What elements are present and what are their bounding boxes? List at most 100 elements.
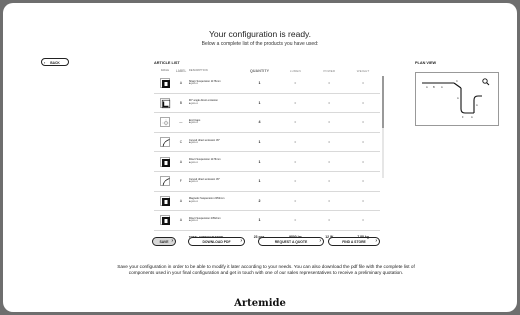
- product-thumbnail: [159, 195, 170, 206]
- plan-marker: A: [476, 103, 478, 107]
- row-lumen: 0: [294, 198, 297, 203]
- row-item-code: AQ01101: [188, 83, 198, 86]
- row-weight: 0: [362, 81, 364, 86]
- plan-view[interactable]: A B A C A F A A: [415, 72, 499, 126]
- table-header: IMAGE LABEL DESCRIPTION QUANTITY LUMEN P…: [154, 69, 380, 74]
- row-label: —: [179, 120, 183, 125]
- suspension-icon: [161, 217, 170, 226]
- plan-segment-bottom: [460, 88, 474, 114]
- plan-marker: A: [441, 85, 443, 89]
- page-title: Your configuration is ready.: [208, 29, 312, 39]
- chevron-right-icon: ›: [319, 238, 321, 244]
- row-lumen: 0: [294, 81, 297, 86]
- download-pdf-button[interactable]: DOWNLOAD PDF ›: [188, 237, 245, 246]
- plan-marker: A: [471, 115, 473, 119]
- row-lumen: 0: [294, 159, 297, 164]
- plan-marker: B: [433, 85, 435, 89]
- chevron-left-icon: ‹: [44, 60, 46, 65]
- row-power: 0: [328, 81, 331, 86]
- plan-view-label: PLAN VIEW: [415, 61, 437, 65]
- row-quantity: 1: [258, 159, 261, 164]
- plan-segment-end: [473, 95, 482, 101]
- table-row: A Direct Suspension 1176mm AQ01101 1 0 0 0: [154, 152, 380, 172]
- row-item-code: AQ01101: [188, 200, 198, 203]
- row-item-code: AQ01101: [188, 181, 198, 184]
- table-row: F Curved direct emission 45° AQ01101 1 0 0 0: [154, 172, 380, 192]
- row-label: A: [179, 81, 182, 86]
- row-weight: 0: [362, 179, 364, 184]
- row-weight: 0: [362, 198, 364, 203]
- product-thumbnail: [159, 117, 170, 128]
- row-quantity: 1: [258, 179, 261, 184]
- plan-marker: A: [426, 85, 428, 89]
- save-button[interactable]: SAVE ›: [152, 237, 176, 246]
- table-scrollbar-thumb[interactable]: [382, 76, 384, 128]
- row-lumen: 0: [294, 100, 297, 105]
- artemide-logo: Artemide: [234, 298, 286, 309]
- article-table: IMAGE LABEL DESCRIPTION QUANTITY LUMEN P…: [154, 69, 380, 244]
- row-item-code: AQ01101: [188, 102, 198, 105]
- row-description: Direct Suspension 2352mm AQ01101: [186, 217, 241, 224]
- back-button[interactable]: ‹ BACK: [41, 58, 69, 66]
- row-power: 0: [328, 218, 331, 223]
- row-label: A: [179, 198, 182, 203]
- row-power: 0: [328, 179, 331, 184]
- row-weight: 0: [362, 100, 364, 105]
- table-row: B 90° angle direct emission AQ01101 1 0 0 0: [154, 94, 380, 114]
- header: Your configuration is ready. Below a com…: [3, 29, 517, 47]
- row-lumen: 0: [294, 120, 297, 125]
- row-power: 0: [328, 100, 331, 105]
- row-label: C: [179, 140, 183, 145]
- row-quantity: 2: [258, 198, 261, 203]
- row-description: Direct Suspension 1176mm AQ01101: [186, 158, 241, 165]
- col-label-header: LABEL: [175, 69, 187, 73]
- chevron-right-icon: ›: [171, 238, 173, 244]
- row-description: Curved direct emission 45° AQ01101: [186, 139, 241, 146]
- article-list-label: ARTICLE LIST: [154, 61, 180, 65]
- curved-connector-icon: [162, 178, 170, 186]
- row-description: Sharp Suspension 1176mm AQ01101: [186, 80, 241, 87]
- plan-marker: F: [462, 115, 464, 119]
- row-description: Curved direct emission 45° AQ01101: [186, 178, 241, 185]
- row-power: 0: [328, 159, 331, 164]
- suspension-icon: [161, 197, 170, 206]
- table-row: A Direct Suspension 2352mm AQ01101 1 0 0 0: [154, 211, 380, 231]
- col-description-header: DESCRIPTION: [188, 69, 208, 72]
- row-lumen: 0: [294, 218, 297, 223]
- col-power-header: POWER: [323, 69, 336, 73]
- product-thumbnail: [159, 156, 170, 167]
- plan-view-drawing: A B A C A F A A: [422, 78, 490, 119]
- row-weight: 0: [362, 120, 364, 125]
- row-power: 0: [328, 120, 331, 125]
- row-quantity: 1: [258, 81, 261, 86]
- row-item-code: AQ01101: [188, 142, 198, 145]
- row-quantity: 1: [258, 100, 261, 105]
- row-label: A: [179, 218, 182, 223]
- back-label: BACK: [50, 61, 60, 65]
- curved-connector-icon: [162, 139, 170, 147]
- find-store-button[interactable]: FIND A STORE ›: [328, 237, 380, 246]
- page-subtitle: Below a complete list of the products yo…: [201, 41, 319, 47]
- product-thumbnail: [159, 137, 170, 148]
- table-row: — End Caps AQ01101 4 0 0 0: [154, 113, 380, 133]
- row-quantity: 1: [258, 218, 261, 223]
- product-thumbnail: [159, 176, 170, 187]
- plan-marker: A: [457, 96, 459, 100]
- table-row: A Sharp Suspension 1176mm AQ01101 1 0 0 0: [154, 74, 380, 94]
- row-weight: 0: [362, 218, 364, 223]
- col-quantity-header: QUANTITY: [249, 69, 270, 73]
- chevron-right-icon: ›: [375, 238, 377, 244]
- row-quantity: 1: [258, 140, 261, 145]
- table-row: A Magnetic Suspension 2352mm AQ01101 2 0 0 0: [154, 192, 380, 212]
- product-thumbnail: [159, 215, 170, 226]
- chevron-right-icon: ›: [240, 238, 242, 244]
- zoom-icon[interactable]: [482, 78, 490, 86]
- row-quantity: 4: [258, 120, 261, 125]
- plan-segment-angle: [453, 82, 462, 89]
- suspension-icon: [161, 80, 170, 89]
- request-quote-button[interactable]: REQUEST A QUOTE ›: [258, 237, 324, 246]
- suspension-icon: [161, 158, 170, 167]
- col-weight-header: WEIGHT: [356, 69, 370, 73]
- row-weight: 0: [362, 159, 364, 164]
- row-label: A: [179, 159, 182, 164]
